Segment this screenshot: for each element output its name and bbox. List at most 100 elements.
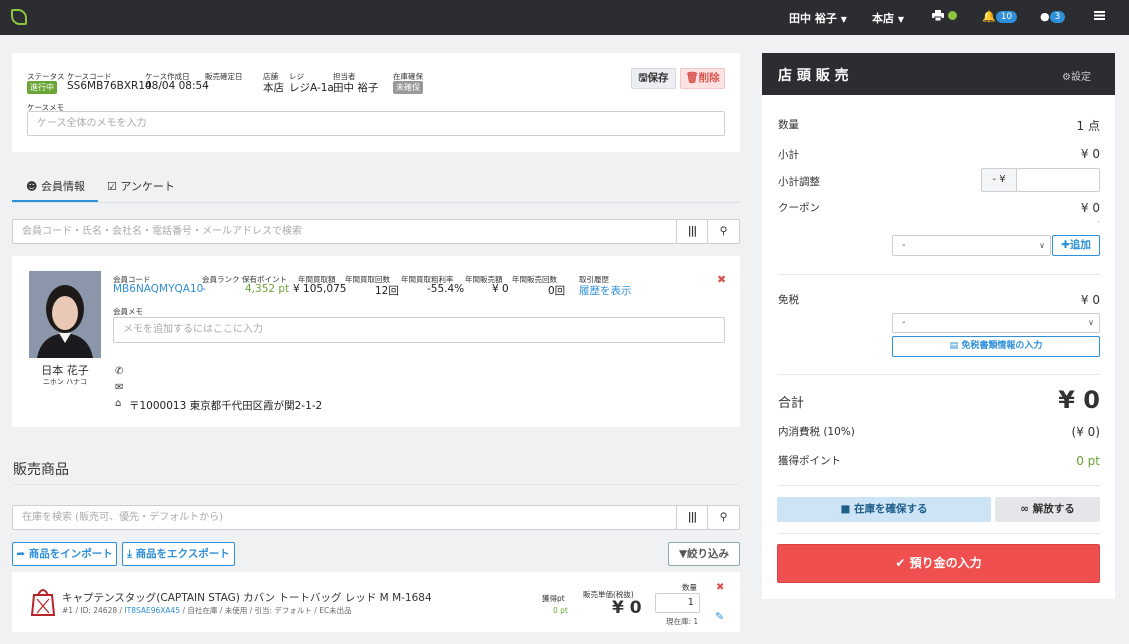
phone-icon: ✆	[115, 366, 124, 377]
member-memo-input[interactable]: メモを追加するにはここに入力	[113, 317, 725, 343]
register-value: レジA-1a	[289, 82, 334, 94]
plus-icon: ✚	[1061, 239, 1070, 251]
member-code-link[interactable]: MB6NAQMYQA10	[113, 283, 203, 295]
case-memo-input[interactable]: ケース全体のメモを入力	[27, 111, 725, 136]
coupon-select-value: -	[902, 240, 906, 251]
chevron-down-icon: ▼	[897, 15, 904, 24]
sale-count-value: 0回	[548, 285, 566, 297]
products-divider	[12, 484, 740, 485]
home-icon: ⌂	[115, 398, 122, 409]
status-badge: 進行中	[27, 81, 57, 94]
store-menu[interactable]: 本店 ▼	[872, 10, 904, 26]
import-button[interactable]: ➦ 商品をインポート	[12, 542, 117, 566]
chevron-down-icon: ▼	[840, 15, 847, 24]
taxfree-docs-button[interactable]: ▤ 免税書類情報の入力	[892, 336, 1100, 357]
remove-member-icon[interactable]: ✖	[717, 273, 726, 286]
member-search-button[interactable]: ⚲	[707, 219, 740, 244]
product-search-button[interactable]: ⚲	[707, 505, 740, 530]
save-label: 保存	[647, 72, 669, 84]
product-thumbnail	[30, 585, 56, 617]
edit-pencil-icon[interactable]: ✎	[715, 610, 724, 623]
product-points: 0 pt	[553, 606, 568, 615]
search-icon: ⚲	[719, 225, 728, 237]
margin-value: -55.4%	[427, 283, 465, 295]
member-photo	[29, 271, 101, 358]
add-label: 追加	[1069, 239, 1091, 251]
coupon-label: クーポン	[778, 202, 820, 214]
export-button[interactable]: ⤓ 商品をエクスポート	[122, 542, 235, 566]
product-price: ¥ 0	[612, 598, 642, 618]
pos-divider-4	[778, 533, 1100, 534]
subtotal-value: ¥ 0	[1080, 147, 1100, 161]
export-label: 商品をエクスポート	[135, 548, 230, 560]
remove-product-icon[interactable]: ✖	[716, 582, 724, 593]
leaf-logo-icon[interactable]	[11, 9, 27, 25]
taxfree-select[interactable]: - ∨	[892, 313, 1100, 333]
product-search-input[interactable]: 在庫を検索 (販売可、優先・デフォルトから)	[12, 505, 677, 530]
created-date: 08/04 08:54	[145, 80, 209, 92]
tab-divider	[12, 202, 740, 203]
delete-label: 削除	[698, 72, 720, 84]
products-heading: 販売商品	[13, 462, 69, 478]
adjust-prefix: - ¥	[981, 168, 1017, 192]
import-label: 商品をインポート	[28, 548, 113, 560]
printer-icon	[932, 10, 944, 22]
trash-icon: 🗑	[685, 72, 699, 84]
tax-label: 内消費税 (10%)	[778, 426, 855, 438]
delete-button[interactable]: 🗑削除	[680, 68, 725, 89]
notifications[interactable]: 🔔 10	[982, 10, 1018, 23]
add-coupon-button[interactable]: ✚追加	[1052, 235, 1100, 256]
adjust-input[interactable]	[1016, 168, 1100, 192]
barcode-scan-button[interactable]: |||	[676, 219, 708, 244]
product-item-link[interactable]: IT8SAE96XA45	[124, 606, 180, 615]
current-stock: 現在庫: 1	[666, 617, 699, 626]
gear-icon: ⚙	[1062, 72, 1071, 83]
printer-status[interactable]	[932, 10, 957, 23]
release-button[interactable]: ∞ 解放する	[995, 497, 1100, 522]
filter-button[interactable]: ▼絞り込み	[668, 542, 740, 566]
envelope-icon: ✉	[115, 382, 124, 393]
pos-settings-button[interactable]: ⚙設定	[1062, 68, 1091, 83]
coupon-select[interactable]: - ∨	[892, 235, 1051, 256]
total-label: 合計	[778, 396, 805, 411]
tab-member[interactable]: ☻ 会員情報	[26, 178, 85, 194]
history-link[interactable]: 履歴を表示	[579, 283, 632, 298]
notification-count: 10	[995, 11, 1018, 23]
checkbox-icon: ☑	[107, 180, 117, 193]
barcode-icon: |||	[687, 225, 697, 237]
buy-count-value: 12回	[375, 285, 399, 297]
pos-divider-1	[778, 274, 1100, 275]
messages[interactable]: ● 3	[1040, 10, 1066, 23]
hamburger-menu-icon[interactable]	[1094, 10, 1105, 23]
pos-divider-2	[778, 374, 1100, 375]
product-meta-prefix: #1 / ID: 24628 /	[62, 606, 125, 615]
tab-survey[interactable]: ☑ アンケート	[107, 178, 175, 194]
qty-summary-value: 1 点	[1076, 119, 1100, 133]
top-bar: 田中 裕子 ▼ 本店 ▼ 🔔 10 ● 3	[0, 0, 1129, 35]
member-name: 日本 花子	[41, 364, 89, 377]
taxfree-value: ¥ 0	[1080, 293, 1100, 307]
chat-icon: ●	[1040, 10, 1050, 23]
earn-points-label: 獲得ポイント	[778, 455, 841, 467]
stock-badge: 未確保	[393, 81, 423, 94]
share-icon: ➦	[16, 548, 26, 560]
product-barcode-button[interactable]: |||	[676, 505, 708, 530]
qty-label: 数量	[682, 583, 697, 592]
sold-date: -	[205, 80, 209, 92]
member-rank: -	[202, 283, 206, 295]
deposit-button[interactable]: ✔ 預り金の入力	[777, 544, 1100, 583]
annual-sale-value: ¥ 0	[492, 283, 509, 295]
sold-label: 販売確定日	[205, 72, 243, 81]
filter-label: 絞り込み	[687, 548, 730, 560]
member-search-input[interactable]: 会員コード・氏名・会社名・電話番号・メールアドレスで検索	[12, 219, 677, 244]
coupon-value: ¥ 0	[1080, 201, 1100, 215]
cubes-icon: ■	[840, 503, 851, 515]
chevron-down-icon: ∨	[1039, 241, 1045, 250]
save-button[interactable]: 🖫保存	[631, 68, 676, 89]
tab-survey-label: アンケート	[120, 180, 175, 193]
reserve-label: 在庫を確保する	[854, 503, 928, 515]
qty-input[interactable]: 1	[655, 593, 700, 613]
user-menu[interactable]: 田中 裕子 ▼	[789, 10, 847, 26]
status-dot	[947, 11, 957, 20]
reserve-stock-button[interactable]: ■ 在庫を確保する	[777, 497, 991, 522]
